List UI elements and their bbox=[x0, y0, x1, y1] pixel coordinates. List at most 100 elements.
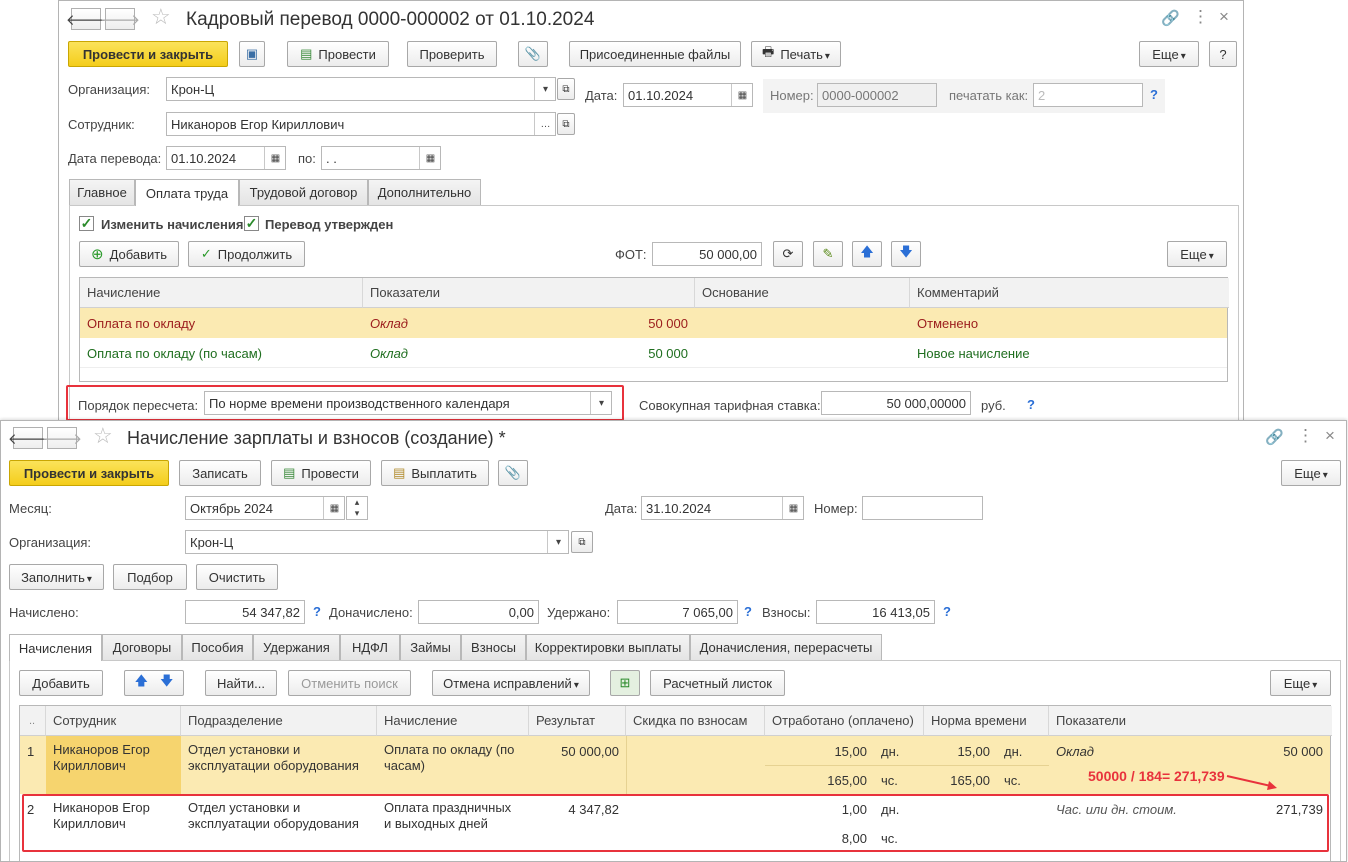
save-button[interactable]: Записать bbox=[179, 460, 261, 486]
col-index[interactable]: .. bbox=[20, 706, 46, 736]
more-button[interactable]: Еще bbox=[1139, 41, 1199, 67]
col-norm[interactable]: Норма времени bbox=[924, 706, 1049, 736]
more-button[interactable]: Еще bbox=[1281, 460, 1341, 486]
attachment-icon[interactable]: 📎 bbox=[518, 41, 548, 67]
find-button[interactable]: Найти... bbox=[205, 670, 277, 696]
recalc-field[interactable]: По норме времени производственного кален… bbox=[204, 391, 612, 415]
date-field[interactable]: 01.10.2024 ▦ bbox=[623, 83, 753, 107]
attachment-icon[interactable]: 📎 bbox=[498, 460, 528, 486]
tab-deductions[interactable]: Удержания bbox=[253, 634, 340, 660]
col-accrual[interactable]: Начисление bbox=[377, 706, 529, 736]
cancel-search-button[interactable]: Отменить поиск bbox=[288, 670, 411, 696]
save-icon[interactable]: ▣ bbox=[239, 41, 265, 67]
tab-contracts[interactable]: Договоры bbox=[102, 634, 182, 660]
move-up-icon[interactable]: 🡅 bbox=[852, 241, 882, 267]
pay-button[interactable]: ▤ Выплатить bbox=[381, 460, 489, 486]
close-icon[interactable]: × bbox=[1219, 7, 1229, 27]
calendar-icon[interactable]: ▦ bbox=[731, 84, 752, 106]
col-department[interactable]: Подразделение bbox=[181, 706, 377, 736]
transfer-date-field[interactable]: 01.10.2024 ▦ bbox=[166, 146, 286, 170]
transfer-approved-checkbox[interactable]: ✓ bbox=[244, 215, 259, 231]
print-as-field[interactable]: 2 bbox=[1033, 83, 1143, 107]
tab-additional[interactable]: Дополнительно bbox=[368, 179, 481, 205]
link-icon[interactable]: 🔗 bbox=[1265, 428, 1284, 446]
cancel-corrections-button[interactable]: Отмена исправлений bbox=[432, 670, 590, 696]
col-basis[interactable]: Основание bbox=[695, 278, 910, 308]
print-as-help[interactable]: ? bbox=[1150, 87, 1158, 102]
move-down-icon[interactable]: 🡇 bbox=[891, 241, 921, 267]
col-accrual[interactable]: Начисление bbox=[80, 278, 363, 308]
refresh-icon[interactable]: ⟳ bbox=[773, 241, 803, 267]
favorite-star-icon[interactable]: ☆ bbox=[151, 4, 171, 30]
month-stepper[interactable]: ▴ ▾ bbox=[346, 496, 368, 520]
table-row[interactable]: Оплата по окладу Оклад 50 000 Отменено bbox=[80, 308, 1227, 338]
menu-icon[interactable]: ⋮ bbox=[1297, 426, 1314, 446]
col-discount[interactable]: Скидка по взносам bbox=[626, 706, 765, 736]
dropdown-icon[interactable]: ▾ bbox=[534, 78, 555, 100]
accrued-help[interactable]: ? bbox=[313, 604, 321, 619]
dropdown-icon[interactable]: ▾ bbox=[547, 531, 568, 553]
payslip-button[interactable]: Расчетный листок bbox=[650, 670, 785, 696]
date-field[interactable]: 31.10.2024 ▦ bbox=[641, 496, 804, 520]
calendar-icon[interactable]: ▦ bbox=[264, 147, 285, 169]
col-worked[interactable]: Отработано (оплачено) bbox=[765, 706, 924, 736]
move-up-icon[interactable]: 🡅 bbox=[135, 672, 148, 694]
close-icon[interactable]: × bbox=[1325, 426, 1335, 446]
move-down-icon[interactable]: 🡇 bbox=[160, 672, 173, 694]
table-row[interactable]: 1 Никаноров Егор Кириллович Отдел устано… bbox=[20, 736, 1330, 794]
open-icon[interactable]: ⧉ bbox=[557, 113, 575, 135]
calendar-icon[interactable]: ▦ bbox=[419, 147, 440, 169]
table-settings-icon[interactable]: ⊞ bbox=[610, 670, 640, 696]
change-accruals-checkbox[interactable]: ✓ bbox=[79, 215, 94, 231]
help-button[interactable]: ? bbox=[1209, 41, 1237, 67]
tab-contributions[interactable]: Взносы bbox=[461, 634, 526, 660]
col-result[interactable]: Результат bbox=[529, 706, 626, 736]
col-employee[interactable]: Сотрудник bbox=[46, 706, 181, 736]
continue-button[interactable]: ✓ Продолжить bbox=[188, 241, 305, 267]
tab-loans[interactable]: Займы bbox=[400, 634, 461, 660]
tab-benefits[interactable]: Пособия bbox=[182, 634, 253, 660]
menu-icon[interactable]: ⋮ bbox=[1192, 7, 1209, 27]
contrib-help[interactable]: ? bbox=[943, 604, 951, 619]
open-icon[interactable]: ⧉ bbox=[571, 531, 593, 553]
edit-icon[interactable]: ✎ bbox=[813, 241, 843, 267]
clear-button[interactable]: Очистить bbox=[196, 564, 278, 590]
number-field[interactable] bbox=[862, 496, 983, 520]
month-field[interactable]: Октябрь 2024 ▦ bbox=[185, 496, 345, 520]
to-date-field[interactable]: . . ▦ bbox=[321, 146, 441, 170]
more-button[interactable]: Еще bbox=[1270, 670, 1331, 696]
forward-button[interactable]: 🡒 bbox=[100, 8, 140, 30]
tab-accruals[interactable]: Начисления bbox=[9, 634, 102, 661]
org-field[interactable]: Крон-Ц ▾ bbox=[185, 530, 569, 554]
calendar-icon[interactable]: ▦ bbox=[782, 497, 803, 519]
post-and-close-button[interactable]: Провести и закрыть bbox=[68, 41, 228, 67]
rate-help[interactable]: ? bbox=[1027, 397, 1035, 412]
tab-main[interactable]: Главное bbox=[69, 179, 135, 205]
dropdown-icon[interactable]: ▾ bbox=[590, 392, 611, 414]
favorite-star-icon[interactable]: ☆ bbox=[93, 423, 113, 449]
col-indicators[interactable]: Показатели bbox=[363, 278, 695, 308]
calendar-icon[interactable]: ▦ bbox=[323, 497, 344, 519]
select-icon[interactable]: … bbox=[534, 113, 555, 135]
print-button[interactable]: 🖶 Печать bbox=[751, 41, 841, 67]
post-and-close-button[interactable]: Провести и закрыть bbox=[9, 460, 169, 486]
tab-payment[interactable]: Оплата труда bbox=[135, 179, 239, 206]
tab-payment-corrections[interactable]: Корректировки выплаты bbox=[526, 634, 690, 660]
table-row[interactable]: Оплата по окладу (по часам) Оклад 50 000… bbox=[80, 338, 1227, 368]
add-button[interactable]: Добавить bbox=[19, 670, 103, 696]
post-button[interactable]: ▤ Провести bbox=[287, 41, 389, 67]
back-button[interactable]: 🡐 bbox=[8, 427, 48, 449]
select-button[interactable]: Подбор bbox=[113, 564, 187, 590]
tab-ndfl[interactable]: НДФЛ bbox=[340, 634, 400, 660]
withheld-help[interactable]: ? bbox=[744, 604, 752, 619]
link-icon[interactable]: 🔗 bbox=[1161, 9, 1180, 27]
col-indicators[interactable]: Показатели bbox=[1049, 706, 1332, 736]
fill-button[interactable]: Заполнить bbox=[9, 564, 104, 590]
back-button[interactable]: 🡐 bbox=[66, 8, 106, 30]
tab-recalculations[interactable]: Доначисления, перерасчеты bbox=[690, 634, 882, 660]
attached-files-button[interactable]: Присоединенные файлы bbox=[569, 41, 741, 67]
post-button[interactable]: ▤ Провести bbox=[271, 460, 371, 486]
forward-button[interactable]: 🡒 bbox=[42, 427, 82, 449]
move-buttons[interactable]: 🡅 🡇 bbox=[124, 670, 184, 696]
org-field[interactable]: Крон-Ц ▾ bbox=[166, 77, 556, 101]
